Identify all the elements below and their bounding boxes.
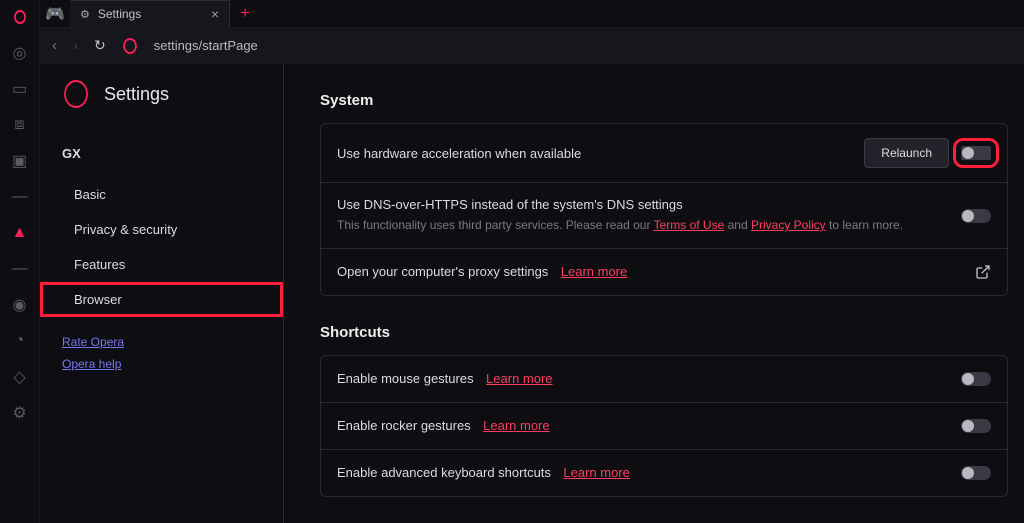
minus-icon[interactable]: — — [11, 188, 29, 206]
section-title-system: System — [320, 92, 1008, 109]
forward-button[interactable]: › — [73, 37, 78, 54]
minus-icon[interactable]: — — [11, 260, 29, 278]
settings-body: System Use hardware acceleration when av… — [284, 64, 1024, 523]
link-opera-help[interactable]: Opera help — [62, 357, 261, 371]
row-proxy[interactable]: Open your computer's proxy settings Lear… — [321, 249, 1007, 295]
relaunch-button[interactable]: Relaunch — [864, 138, 949, 168]
toggle-dns[interactable] — [961, 209, 991, 223]
side-rail: ◎ ▭ ⧈ ▣ — ▲ — ◉ ◔ ◇ ⚙ — [0, 0, 40, 523]
label-mouse: Enable mouse gestures — [337, 371, 474, 386]
toolbar: ‹ › ↻ settings/startPage — [40, 28, 1024, 64]
gear-icon[interactable]: ⚙ — [11, 404, 29, 422]
desc-prefix: This functionality uses third party serv… — [337, 218, 654, 232]
nav-item-privacy[interactable]: Privacy & security — [40, 212, 283, 247]
desc-and: and — [724, 218, 751, 232]
external-link-icon[interactable] — [975, 264, 991, 280]
toggle-keyboard[interactable] — [961, 466, 991, 480]
desc-dns: This functionality uses third party serv… — [337, 216, 949, 234]
content: Settings GX Basic Privacy & security Fea… — [40, 64, 1024, 523]
main-area: 🎮 ⚙ Settings × + ‹ › ↻ settings/startPag… — [40, 0, 1024, 523]
tab-title: Settings — [98, 7, 141, 21]
settings-sidebar: Settings GX Basic Privacy & security Fea… — [40, 64, 284, 523]
toggle-mouse[interactable] — [961, 372, 991, 386]
opera-logo-icon[interactable] — [11, 8, 29, 26]
link-keyboard-learn[interactable]: Learn more — [563, 465, 629, 480]
nav-group-title: GX — [40, 146, 283, 177]
nav-links: Rate Opera Opera help — [40, 317, 283, 371]
twitch-icon[interactable]: ⧈ — [11, 116, 29, 134]
link-terms[interactable]: Terms of Use — [654, 218, 725, 232]
cpu-icon[interactable]: ▣ — [11, 152, 29, 170]
link-privacy[interactable]: Privacy Policy — [751, 218, 826, 232]
controller-icon[interactable]: 🎮 — [40, 0, 70, 27]
row-keyboard-shortcuts: Enable advanced keyboard shortcuts Learn… — [321, 450, 1007, 496]
row-dns-over-https: Use DNS-over-HTTPS instead of the system… — [321, 183, 1007, 249]
tab-settings[interactable]: ⚙ Settings × — [70, 0, 230, 27]
desc-suffix: to learn more. — [826, 218, 903, 232]
row-rocker-gestures: Enable rocker gestures Learn more — [321, 403, 1007, 450]
gear-icon: ⚙ — [80, 8, 90, 21]
close-icon[interactable]: × — [211, 6, 219, 22]
play-icon[interactable]: ◉ — [11, 296, 29, 314]
reload-button[interactable]: ↻ — [94, 37, 106, 54]
link-mouse-learn[interactable]: Learn more — [486, 371, 552, 386]
nav-item-features[interactable]: Features — [40, 247, 283, 282]
flame-icon[interactable]: ▲ — [11, 224, 29, 242]
new-tab-button[interactable]: + — [230, 0, 260, 27]
shortcuts-group: Enable mouse gestures Learn more Enable … — [320, 355, 1008, 497]
cube-icon[interactable]: ◇ — [11, 368, 29, 386]
opera-o-icon — [64, 80, 88, 108]
link-rocker-learn[interactable]: Learn more — [483, 418, 549, 433]
clock-icon[interactable]: ◔ — [11, 332, 29, 350]
label-keyboard: Enable advanced keyboard shortcuts — [337, 465, 551, 480]
back-button[interactable]: ‹ — [52, 37, 57, 54]
target-icon[interactable]: ◎ — [11, 44, 29, 62]
link-proxy-learn[interactable]: Learn more — [561, 264, 627, 279]
url-text[interactable]: settings/startPage — [154, 38, 258, 53]
link-rate-opera[interactable]: Rate Opera — [62, 335, 261, 349]
row-hardware-accel: Use hardware acceleration when available… — [321, 124, 1007, 183]
tab-strip: 🎮 ⚙ Settings × + — [40, 0, 1024, 28]
section-title-shortcuts: Shortcuts — [320, 324, 1008, 341]
system-group: Use hardware acceleration when available… — [320, 123, 1008, 296]
toggle-hardware-accel[interactable] — [961, 146, 991, 160]
toggle-rocker[interactable] — [961, 419, 991, 433]
label-dns: Use DNS-over-HTTPS instead of the system… — [337, 197, 949, 212]
nav-item-basic[interactable]: Basic — [40, 177, 283, 212]
label-rocker: Enable rocker gestures — [337, 418, 471, 433]
page-title: Settings — [104, 84, 169, 105]
row-mouse-gestures: Enable mouse gestures Learn more — [321, 356, 1007, 403]
nav-item-browser[interactable]: Browser — [40, 282, 283, 317]
calendar-icon[interactable]: ▭ — [11, 80, 29, 98]
opera-o-icon — [123, 38, 137, 54]
nav-area: GX Basic Privacy & security Features Bro… — [40, 118, 283, 523]
page-header: Settings — [40, 64, 283, 118]
label-hardware-accel: Use hardware acceleration when available — [337, 146, 852, 161]
label-proxy: Open your computer's proxy settings — [337, 264, 548, 279]
